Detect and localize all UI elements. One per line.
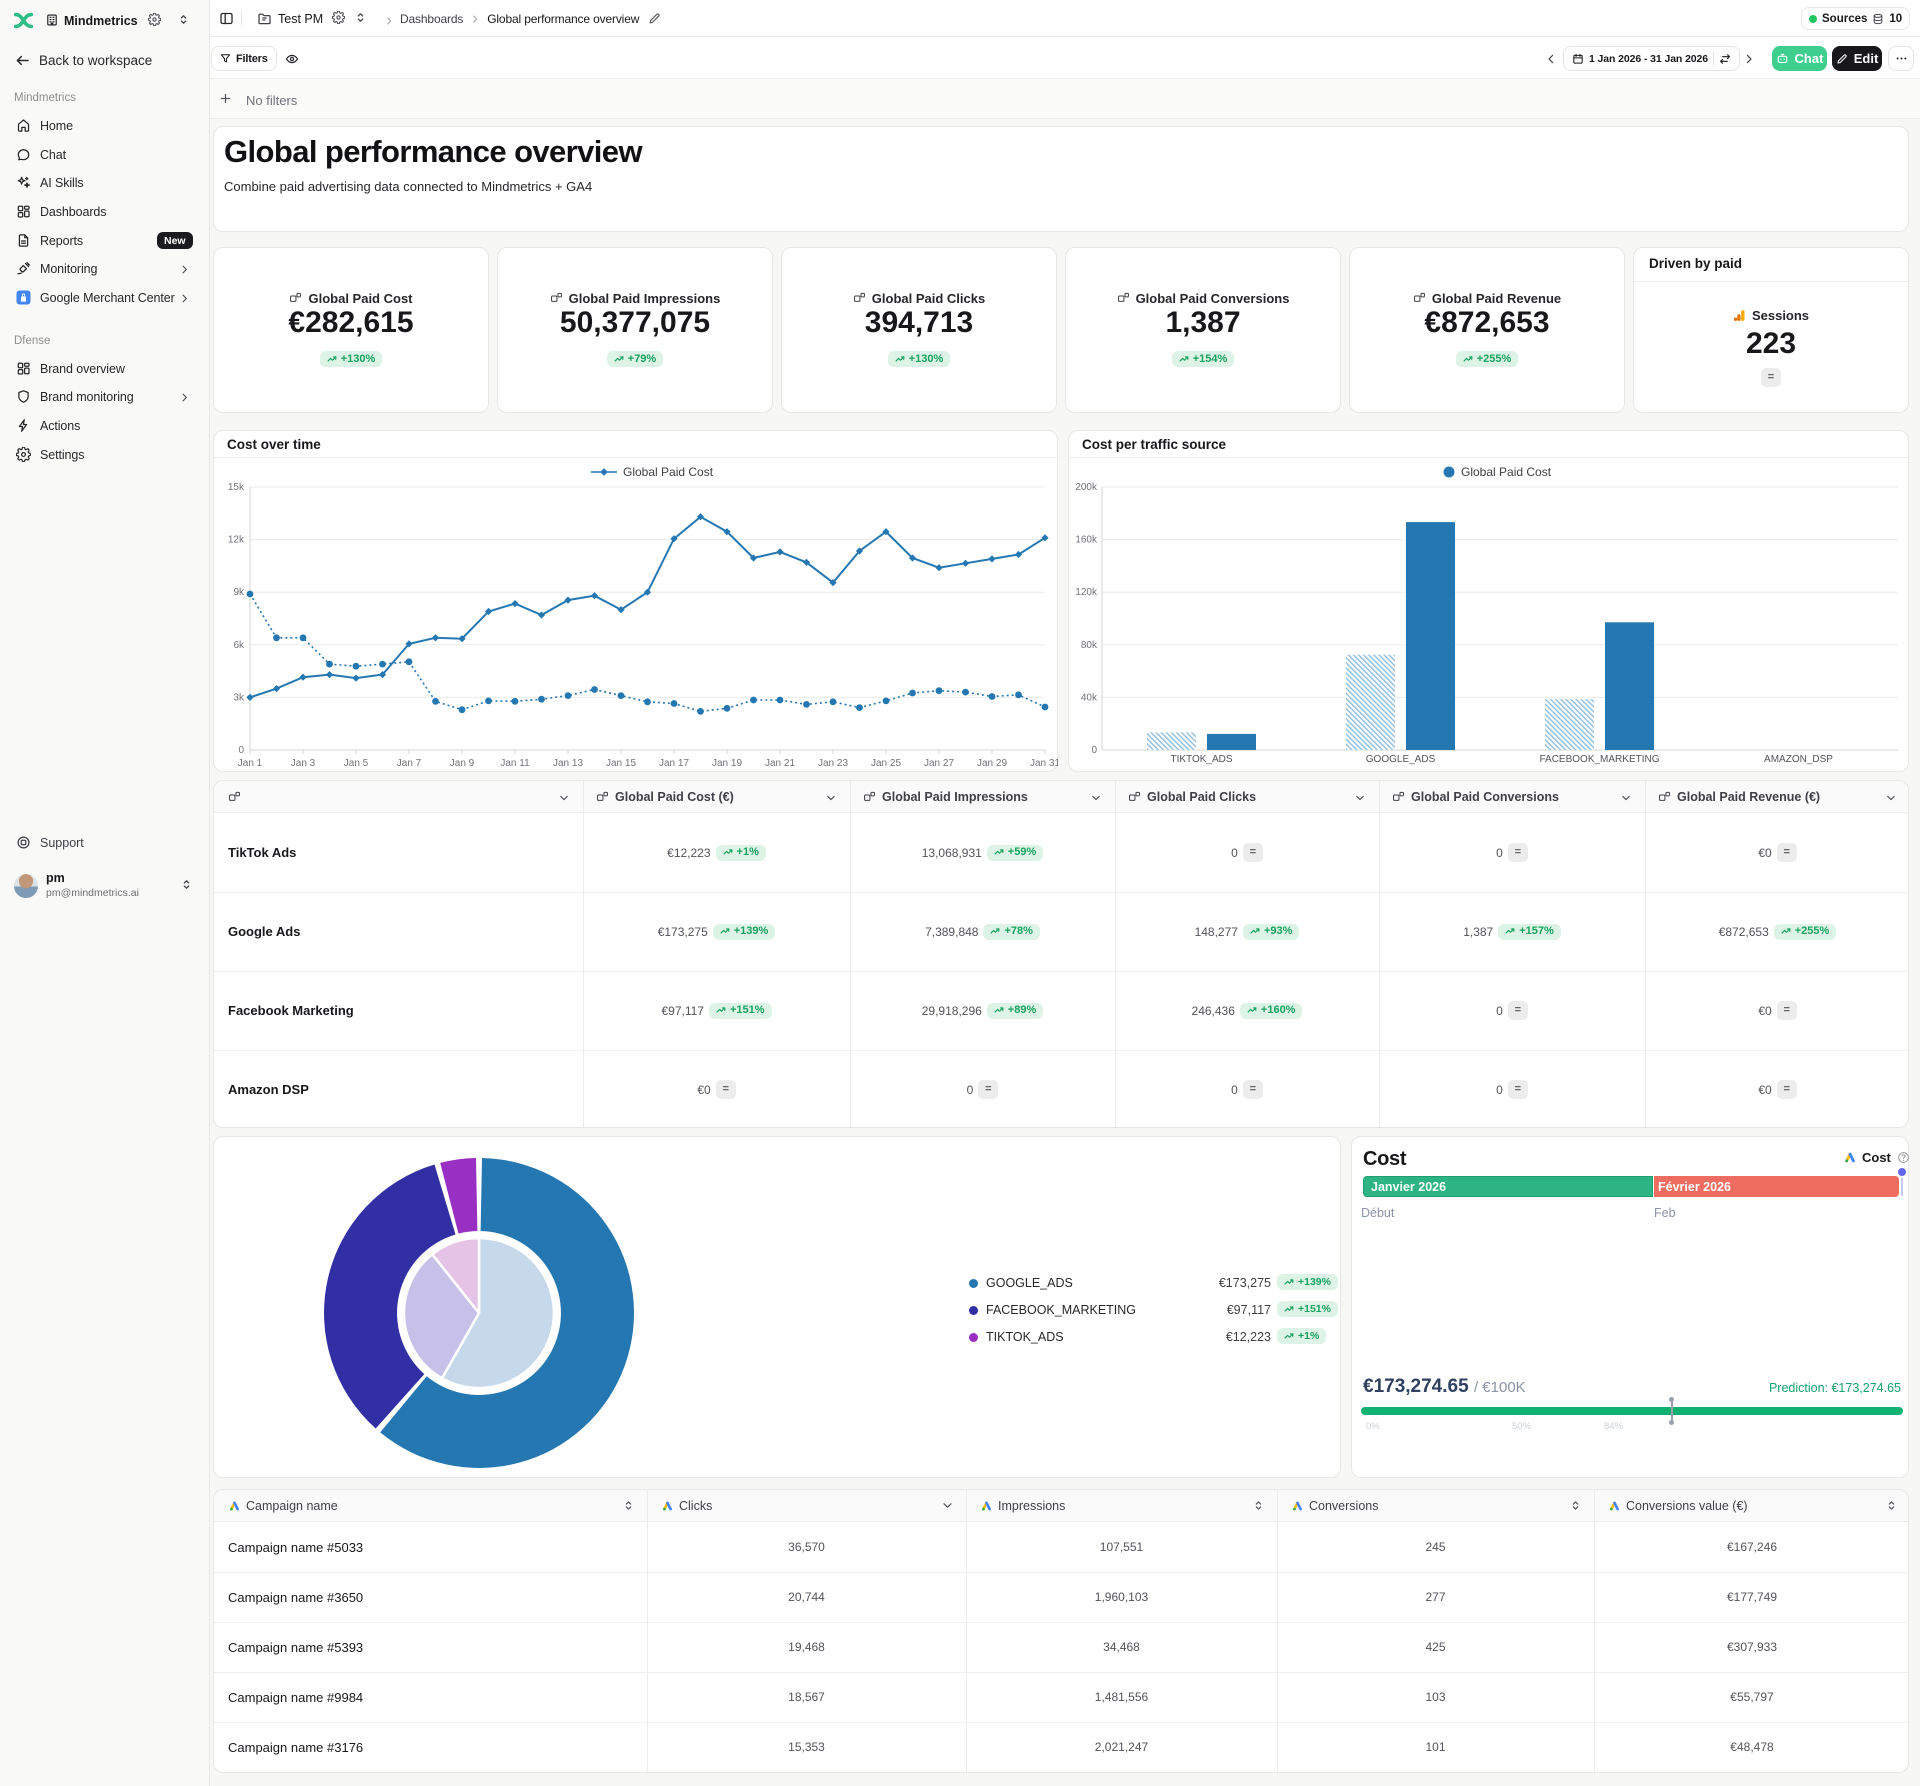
svg-text:Jan 31: Jan 31	[1030, 758, 1058, 769]
svg-text:Global Paid Cost: Global Paid Cost	[1461, 465, 1552, 479]
svg-text:15k: 15k	[228, 482, 245, 493]
svg-text:Jan 1: Jan 1	[238, 758, 263, 769]
svg-text:0: 0	[1091, 745, 1097, 756]
svg-text:Jan 9: Jan 9	[450, 758, 475, 769]
svg-text:Jan 15: Jan 15	[606, 758, 636, 769]
svg-text:120k: 120k	[1075, 587, 1098, 598]
svg-text:Jan 25: Jan 25	[871, 758, 901, 769]
svg-text:0: 0	[238, 745, 244, 756]
svg-text:Jan 3: Jan 3	[291, 758, 316, 769]
svg-text:GOOGLE_ADS: GOOGLE_ADS	[1366, 754, 1436, 765]
svg-text:AMAZON_DSP: AMAZON_DSP	[1764, 754, 1833, 765]
svg-text:Jan 5: Jan 5	[344, 758, 369, 769]
svg-text:Jan 29: Jan 29	[977, 758, 1007, 769]
svg-text:Jan 27: Jan 27	[924, 758, 954, 769]
svg-text:FACEBOOK_MARKETING: FACEBOOK_MARKETING	[1539, 754, 1659, 765]
svg-text:Jan 17: Jan 17	[659, 758, 689, 769]
svg-text:Jan 21: Jan 21	[765, 758, 795, 769]
svg-text:Jan 7: Jan 7	[397, 758, 422, 769]
svg-text:40k: 40k	[1081, 692, 1098, 703]
svg-text:Jan 19: Jan 19	[712, 758, 742, 769]
svg-text:160k: 160k	[1075, 535, 1098, 546]
svg-text:Jan 23: Jan 23	[818, 758, 848, 769]
svg-text:3k: 3k	[233, 692, 245, 703]
svg-text:6k: 6k	[233, 640, 245, 651]
svg-text:200k: 200k	[1075, 482, 1098, 493]
svg-text:Global Paid Cost: Global Paid Cost	[623, 465, 714, 479]
svg-text:Jan 11: Jan 11	[500, 758, 530, 769]
svg-text:Jan 13: Jan 13	[553, 758, 583, 769]
svg-text:9k: 9k	[233, 587, 245, 598]
svg-text:80k: 80k	[1081, 640, 1098, 651]
svg-text:TIKTOK_ADS: TIKTOK_ADS	[1170, 754, 1232, 765]
svg-text:12k: 12k	[228, 535, 245, 546]
